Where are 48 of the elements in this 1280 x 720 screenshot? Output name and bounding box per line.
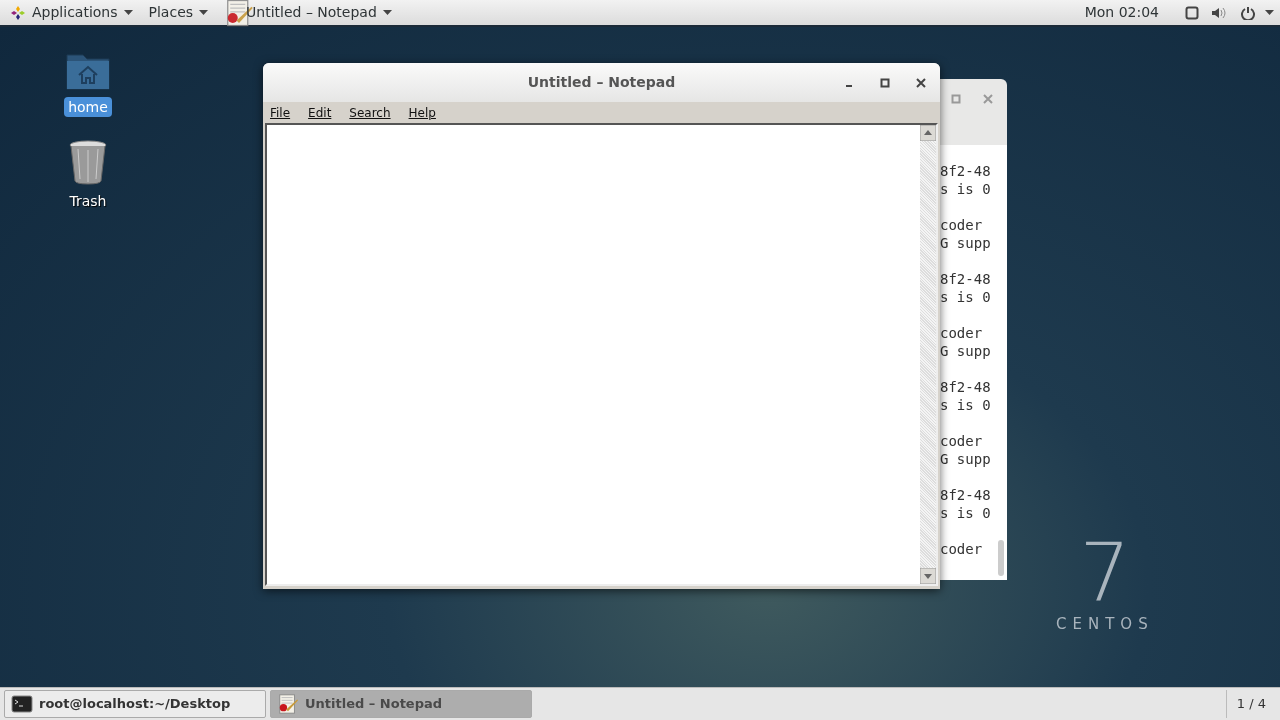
caret-icon: [199, 10, 209, 15]
taskbar-button[interactable]: root@localhost:~/Desktop: [4, 690, 266, 718]
logo-number: 7: [1079, 533, 1131, 613]
scrollbar[interactable]: [920, 125, 936, 584]
clock[interactable]: Mon 02:04: [1084, 2, 1159, 23]
logo-wordmark: CENTOS: [1056, 614, 1154, 635]
terminal-line: coder: [940, 432, 984, 450]
notepad-icon: [277, 693, 299, 715]
terminal-line: s is 0: [940, 180, 992, 198]
terminal-line: coder: [940, 324, 984, 342]
maximize-icon[interactable]: [880, 77, 890, 88]
menu-item[interactable]: Edit: [303, 103, 337, 122]
window-title: Untitled – Notepad: [527, 73, 676, 92]
scroll-up-icon[interactable]: [920, 125, 936, 141]
terminal-line: 8f2-48: [940, 270, 992, 288]
caret-icon: [1265, 10, 1274, 15]
caret-icon: [123, 10, 133, 15]
top-menu[interactable]: Places: [144, 2, 213, 23]
menu-item[interactable]: Search: [344, 103, 396, 122]
terminal-line: coder: [940, 540, 984, 558]
terminal-line: G supp: [940, 450, 992, 468]
top-menu[interactable]: Untitled – Notepad: [220, 0, 396, 28]
trash-icon: [68, 139, 108, 185]
terminal-line: s is 0: [940, 288, 992, 306]
taskbar-button[interactable]: Untitled – Notepad: [270, 690, 532, 718]
terminal-line: 8f2-48: [940, 162, 992, 180]
terminal-line: G supp: [940, 234, 992, 252]
terminal-line: 8f2-48: [940, 378, 992, 396]
menu-item[interactable]: Help: [403, 103, 441, 122]
volume-icon[interactable]: [1211, 5, 1227, 20]
terminal-line: coder: [940, 216, 984, 234]
home-folder-icon: [65, 51, 111, 91]
scrollbar-thumb[interactable]: [998, 540, 1004, 576]
window-icon[interactable]: [1185, 5, 1199, 20]
caret-icon: [382, 10, 392, 15]
terminal-line: s is 0: [940, 504, 992, 522]
power-icon[interactable]: [1241, 5, 1255, 20]
menu-item[interactable]: File: [265, 103, 296, 122]
close-icon[interactable]: [916, 77, 926, 88]
terminal-line: G supp: [940, 342, 992, 360]
apps-logo-icon: [10, 4, 26, 21]
workspace-pager[interactable]: 1 / 4: [1225, 690, 1276, 718]
terminal-line: s is 0: [940, 396, 992, 414]
top-menu[interactable]: Applications: [6, 2, 137, 23]
scroll-down-icon[interactable]: [920, 568, 936, 584]
terminal-line: 8f2-48: [940, 486, 992, 504]
terminal-icon: [11, 695, 33, 713]
desktop-icon-label[interactable]: Trash: [69, 191, 107, 211]
